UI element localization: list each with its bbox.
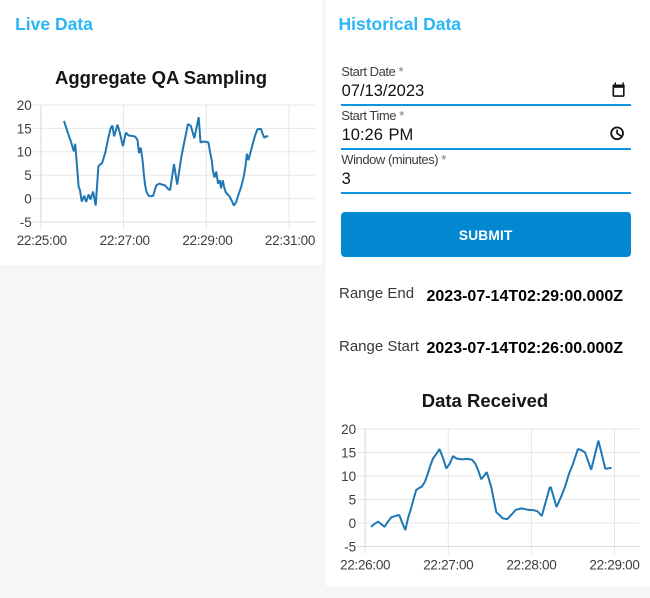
svg-text:5: 5 (349, 492, 357, 507)
svg-text:22:27:00: 22:27:00 (100, 233, 150, 248)
svg-text:22:31:00: 22:31:00 (265, 233, 315, 248)
svg-text:22:27:00: 22:27:00 (423, 557, 473, 572)
svg-text:22:26:00: 22:26:00 (340, 557, 390, 572)
svg-text:-5: -5 (20, 215, 32, 230)
svg-text:5: 5 (24, 168, 32, 183)
svg-text:22:28:00: 22:28:00 (506, 557, 556, 572)
svg-text:22:25:00: 22:25:00 (17, 233, 67, 248)
svg-text:10: 10 (17, 145, 32, 160)
svg-text:22:29:00: 22:29:00 (589, 557, 639, 572)
svg-text:20: 20 (341, 422, 356, 437)
svg-text:22:29:00: 22:29:00 (182, 233, 232, 248)
svg-text:10: 10 (341, 469, 356, 484)
svg-text:15: 15 (17, 121, 32, 136)
svg-text:15: 15 (341, 445, 356, 460)
svg-text:-5: -5 (344, 539, 356, 554)
svg-text:0: 0 (349, 516, 357, 531)
svg-text:0: 0 (24, 192, 32, 207)
svg-text:20: 20 (17, 98, 32, 113)
